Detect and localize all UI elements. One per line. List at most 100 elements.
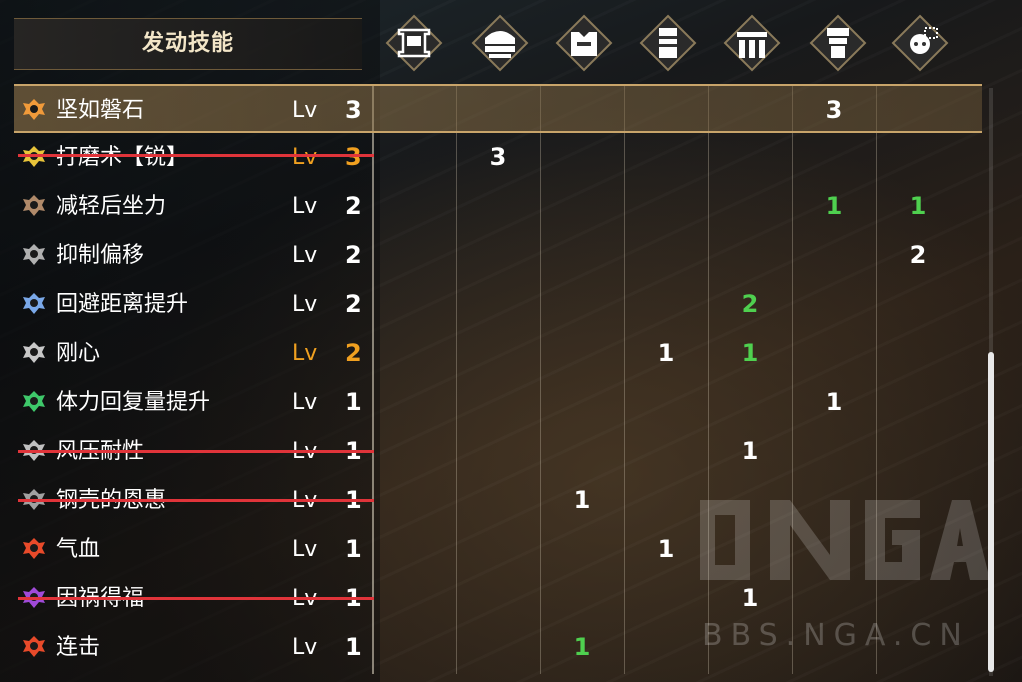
leg-icon: [809, 14, 867, 72]
level-value: 2: [345, 339, 362, 367]
skill-level-cell: [708, 231, 792, 280]
skill-level-cell: [540, 378, 624, 427]
skill-row[interactable]: 打磨术【锐】 Lv 3 3: [14, 133, 982, 182]
skill-name: 减轻后坐力: [56, 194, 167, 219]
skill-name: 气血: [56, 537, 101, 562]
page-title: 发动技能: [141, 31, 234, 56]
skill-name: 体力回复量提升: [56, 390, 211, 415]
skill-level-cell: [708, 133, 792, 182]
skill-icon: [20, 388, 48, 416]
skill-icon: [20, 241, 48, 269]
skill-row[interactable]: 抑制偏移 Lv 2 2: [14, 231, 982, 280]
skill-level-cell: [456, 574, 540, 623]
skill-row[interactable]: 减轻后坐力 Lv 2 1 1: [14, 182, 982, 231]
skill-level-cell: 1: [573, 633, 591, 661]
skill-list-header: 发动技能: [14, 18, 362, 70]
skill-name: 连击: [56, 635, 101, 660]
level-value: 3: [345, 96, 362, 124]
skill-level-cell: [540, 329, 624, 378]
skill-level-cell: [876, 86, 960, 135]
skill-level-cell: [372, 86, 456, 135]
level-value: 2: [345, 290, 362, 318]
skill-level-cell: [624, 133, 708, 182]
skill-level-cell: [792, 280, 876, 329]
skill-level-cell: [372, 329, 456, 378]
skill-level-cell: [708, 86, 792, 135]
skill-level-cell: 3: [825, 96, 843, 124]
strikethrough-line: [18, 154, 374, 157]
skill-level-cell: [876, 427, 960, 476]
skill-icon: [20, 96, 48, 124]
level-value: 2: [345, 192, 362, 220]
strikethrough-line: [18, 499, 374, 502]
helm-icon: [471, 14, 529, 72]
skill-row[interactable]: 回避距离提升 Lv 2 2: [14, 280, 982, 329]
level-value: 1: [345, 535, 362, 563]
skill-level-cell: [540, 231, 624, 280]
skill-name: 抑制偏移: [56, 243, 145, 268]
skill-level-cell: [540, 182, 624, 231]
skill-level-cell: [456, 280, 540, 329]
skill-name: 回避距离提升: [56, 292, 189, 317]
watermark-text: BBS.NGA.CN: [702, 618, 970, 653]
skill-level-cell: [372, 525, 456, 574]
level-label: Lv: [292, 145, 318, 170]
skill-level-cell: 2: [909, 241, 927, 269]
level-label: Lv: [292, 98, 318, 123]
skill-level-cell: [876, 329, 960, 378]
skill-level-cell: [624, 86, 708, 135]
skill-level-cell: 1: [825, 388, 843, 416]
skill-icon: [20, 143, 48, 171]
skill-level-cell: [624, 623, 708, 672]
strikethrough-line: [18, 597, 374, 600]
skill-icon: [20, 339, 48, 367]
skill-name: 打磨术【锐】: [56, 145, 189, 170]
skill-level-cell: [456, 182, 540, 231]
skill-row[interactable]: 刚心 Lv 2 1 1: [14, 329, 982, 378]
skill-level-cell: 1: [909, 192, 927, 220]
skill-level-cell: [792, 231, 876, 280]
level-label: Lv: [292, 537, 318, 562]
skill-level-cell: [372, 280, 456, 329]
skill-level-cell: 1: [741, 437, 759, 465]
skill-row[interactable]: 坚如磐石 Lv 3 3: [14, 84, 982, 133]
skill-level-cell: [876, 378, 960, 427]
skill-level-cell: 1: [573, 486, 591, 514]
skill-level-cell: [624, 280, 708, 329]
skill-level-cell: [708, 182, 792, 231]
arm-icon: [639, 14, 697, 72]
skill-level-cell: [540, 280, 624, 329]
skill-level-cell: [372, 133, 456, 182]
skill-level-cell: [372, 427, 456, 476]
skill-level-cell: [792, 329, 876, 378]
level-value: 1: [345, 388, 362, 416]
level-label: Lv: [292, 390, 318, 415]
level-value: 1: [345, 633, 362, 661]
skill-level-cell: [540, 427, 624, 476]
skill-level-cell: [372, 623, 456, 672]
skill-level-cell: 1: [741, 339, 759, 367]
skill-level-cell: [792, 427, 876, 476]
skill-icon: [20, 633, 48, 661]
skill-level-cell: [372, 574, 456, 623]
skill-level-cell: [456, 86, 540, 135]
skill-level-cell: [624, 378, 708, 427]
skill-level-cell: [876, 280, 960, 329]
waist-icon: [723, 14, 781, 72]
skill-level-cell: [456, 378, 540, 427]
level-value: 3: [345, 143, 362, 171]
skill-row[interactable]: 风压耐性 Lv 1 1: [14, 427, 982, 476]
skill-level-cell: [456, 329, 540, 378]
skill-level-cell: [456, 476, 540, 525]
skill-level-cell: [372, 378, 456, 427]
skill-row[interactable]: 体力回复量提升 Lv 1 1: [14, 378, 982, 427]
skill-level-cell: [372, 476, 456, 525]
skill-level-cell: [624, 231, 708, 280]
level-label: Lv: [292, 341, 318, 366]
skill-level-cell: [540, 525, 624, 574]
skill-level-cell: [456, 623, 540, 672]
skill-level-cell: [540, 133, 624, 182]
skill-level-cell: [456, 231, 540, 280]
skill-icon: [20, 192, 48, 220]
skill-level-cell: [624, 182, 708, 231]
